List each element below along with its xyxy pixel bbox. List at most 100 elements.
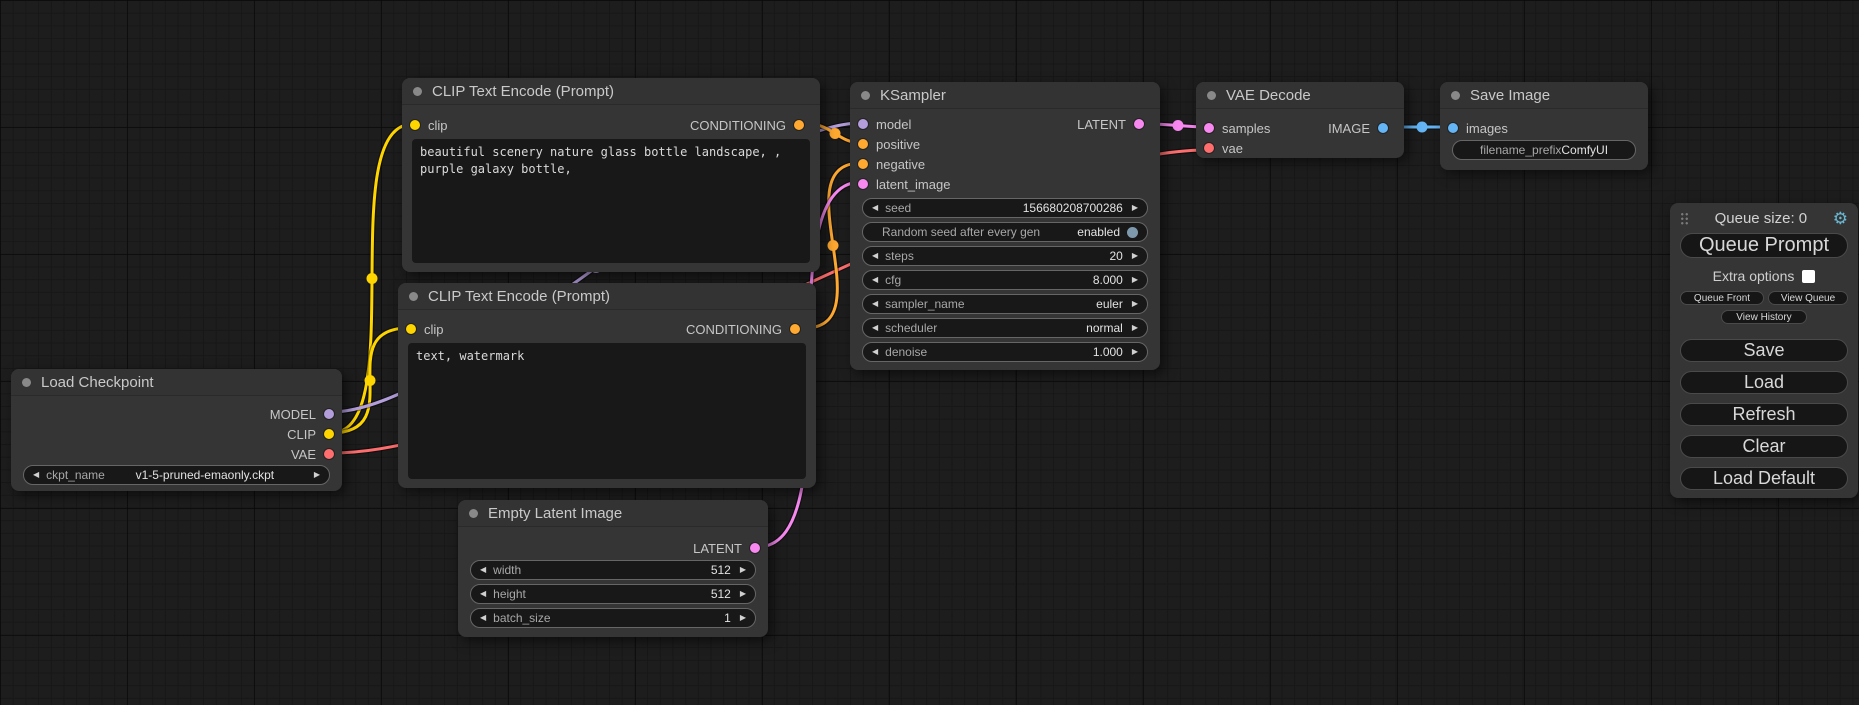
filename-prefix-widget[interactable]: filename_prefix ComfyUI: [1452, 140, 1636, 160]
decrement-arrow-icon[interactable]: ◀: [872, 204, 878, 212]
decrement-arrow-icon[interactable]: ◀: [480, 614, 486, 622]
output-label-clip: CLIP: [287, 427, 316, 442]
collapse-dot-icon[interactable]: [409, 292, 418, 301]
prompt-textarea[interactable]: beautiful scenery nature glass bottle la…: [412, 139, 810, 263]
increment-arrow-icon[interactable]: ▶: [1132, 276, 1138, 284]
widget-value: 156680208700286: [1023, 201, 1123, 215]
increment-arrow-icon[interactable]: ▶: [1132, 324, 1138, 332]
node-clip-text-encode-positive[interactable]: CLIP Text Encode (Prompt) clip CONDITION…: [402, 78, 820, 272]
width-widget[interactable]: ◀ width 512 ▶: [470, 560, 756, 580]
increment-arrow-icon[interactable]: ▶: [314, 471, 320, 479]
random-seed-toggle-widget[interactable]: Random seed after every gen enabled: [862, 222, 1148, 242]
ckpt-name-widget[interactable]: ◀ ckpt_name v1-5-pruned-emaonly.ckpt ▶: [23, 465, 330, 485]
node-title-bar[interactable]: KSampler: [850, 82, 1160, 109]
increment-arrow-icon[interactable]: ▶: [1132, 252, 1138, 260]
save-button[interactable]: Save: [1680, 339, 1848, 362]
model-input-port[interactable]: [858, 119, 868, 129]
node-title-bar[interactable]: Save Image: [1440, 82, 1648, 109]
node-title-bar[interactable]: Empty Latent Image: [458, 500, 768, 527]
queue-prompt-button[interactable]: Queue Prompt: [1680, 233, 1848, 258]
vae-input-port[interactable]: [1204, 143, 1214, 153]
cfg-widget[interactable]: ◀ cfg 8.000 ▶: [862, 270, 1148, 290]
sampler-name-widget[interactable]: ◀ sampler_name euler ▶: [862, 294, 1148, 314]
view-history-button[interactable]: View History: [1721, 310, 1807, 324]
image-output-port[interactable]: [1378, 123, 1388, 133]
load-button[interactable]: Load: [1680, 371, 1848, 394]
negative-input-port[interactable]: [858, 159, 868, 169]
latent-image-input-port[interactable]: [858, 179, 868, 189]
seed-widget[interactable]: ◀ seed 156680208700286 ▶: [862, 198, 1148, 218]
decrement-arrow-icon[interactable]: ◀: [872, 252, 878, 260]
settings-gear-icon[interactable]: ⚙: [1833, 210, 1848, 227]
widget-label: Random seed after every gen: [882, 225, 1040, 239]
node-title-bar[interactable]: CLIP Text Encode (Prompt): [398, 283, 816, 310]
port-row-samples: samples IMAGE: [1196, 118, 1404, 138]
collapse-dot-icon[interactable]: [1451, 91, 1460, 100]
increment-arrow-icon[interactable]: ▶: [740, 590, 746, 598]
node-title: CLIP Text Encode (Prompt): [428, 288, 610, 305]
load-default-button[interactable]: Load Default: [1680, 467, 1848, 490]
collapse-dot-icon[interactable]: [413, 87, 422, 96]
clear-button[interactable]: Clear: [1680, 435, 1848, 458]
input-label-latent-image: latent_image: [876, 177, 950, 192]
decrement-arrow-icon[interactable]: ◀: [872, 276, 878, 284]
increment-arrow-icon[interactable]: ▶: [740, 566, 746, 574]
clip-input-port[interactable]: [410, 120, 420, 130]
decrement-arrow-icon[interactable]: ◀: [480, 566, 486, 574]
node-empty-latent-image[interactable]: Empty Latent Image LATENT ◀ width 512 ▶ …: [458, 500, 768, 637]
queue-front-button[interactable]: Queue Front: [1680, 291, 1764, 305]
extra-options-checkbox[interactable]: [1802, 270, 1815, 283]
node-graph-canvas[interactable]: Load Checkpoint MODEL CLIP VAE ◀ ckpt_na…: [0, 0, 1859, 705]
port-row: clip CONDITIONING: [402, 115, 820, 135]
widget-label: ckpt_name: [46, 468, 105, 482]
queue-size-label: Queue size: 0: [1689, 210, 1833, 227]
toggle-on-icon[interactable]: [1127, 227, 1138, 238]
increment-arrow-icon[interactable]: ▶: [740, 614, 746, 622]
node-save-image[interactable]: Save Image images filename_prefix ComfyU…: [1440, 82, 1648, 170]
denoise-widget[interactable]: ◀ denoise 1.000 ▶: [862, 342, 1148, 362]
collapse-dot-icon[interactable]: [861, 91, 870, 100]
clip-input-port[interactable]: [406, 324, 416, 334]
node-clip-text-encode-negative[interactable]: CLIP Text Encode (Prompt) clip CONDITION…: [398, 283, 816, 488]
drag-handle-icon[interactable]: [1680, 212, 1689, 225]
node-load-checkpoint[interactable]: Load Checkpoint MODEL CLIP VAE ◀ ckpt_na…: [11, 369, 342, 491]
node-vae-decode[interactable]: VAE Decode samples IMAGE vae: [1196, 82, 1404, 158]
scheduler-widget[interactable]: ◀ scheduler normal ▶: [862, 318, 1148, 338]
collapse-dot-icon[interactable]: [469, 509, 478, 518]
images-input-port[interactable]: [1448, 123, 1458, 133]
conditioning-output-port[interactable]: [794, 120, 804, 130]
decrement-arrow-icon[interactable]: ◀: [33, 471, 39, 479]
widget-value: euler: [1096, 297, 1123, 311]
model-output-port[interactable]: [324, 409, 334, 419]
increment-arrow-icon[interactable]: ▶: [1132, 348, 1138, 356]
latent-output-port[interactable]: [1134, 119, 1144, 129]
decrement-arrow-icon[interactable]: ◀: [872, 300, 878, 308]
widget-value: 20: [1109, 249, 1122, 263]
widget-label: sampler_name: [885, 297, 964, 311]
vae-output-port[interactable]: [324, 449, 334, 459]
node-title-bar[interactable]: VAE Decode: [1196, 82, 1404, 109]
height-widget[interactable]: ◀ height 512 ▶: [470, 584, 756, 604]
prompt-textarea[interactable]: text, watermark: [408, 343, 806, 479]
input-label-vae: vae: [1222, 141, 1243, 156]
batch-size-widget[interactable]: ◀ batch_size 1 ▶: [470, 608, 756, 628]
steps-widget[interactable]: ◀ steps 20 ▶: [862, 246, 1148, 266]
decrement-arrow-icon[interactable]: ◀: [872, 348, 878, 356]
clip-output-port[interactable]: [324, 429, 334, 439]
node-title-bar[interactable]: CLIP Text Encode (Prompt): [402, 78, 820, 105]
latent-output-port[interactable]: [750, 543, 760, 553]
positive-input-port[interactable]: [858, 139, 868, 149]
conditioning-output-port[interactable]: [790, 324, 800, 334]
collapse-dot-icon[interactable]: [1207, 91, 1216, 100]
view-queue-button[interactable]: View Queue: [1768, 291, 1848, 305]
increment-arrow-icon[interactable]: ▶: [1132, 204, 1138, 212]
refresh-button[interactable]: Refresh: [1680, 403, 1848, 426]
widget-value: v1-5-pruned-emaonly.ckpt: [136, 468, 275, 482]
decrement-arrow-icon[interactable]: ◀: [480, 590, 486, 598]
samples-input-port[interactable]: [1204, 123, 1214, 133]
node-ksampler[interactable]: KSampler model LATENT positive negative …: [850, 82, 1160, 370]
increment-arrow-icon[interactable]: ▶: [1132, 300, 1138, 308]
decrement-arrow-icon[interactable]: ◀: [872, 324, 878, 332]
collapse-dot-icon[interactable]: [22, 378, 31, 387]
node-title-bar[interactable]: Load Checkpoint: [11, 369, 342, 396]
